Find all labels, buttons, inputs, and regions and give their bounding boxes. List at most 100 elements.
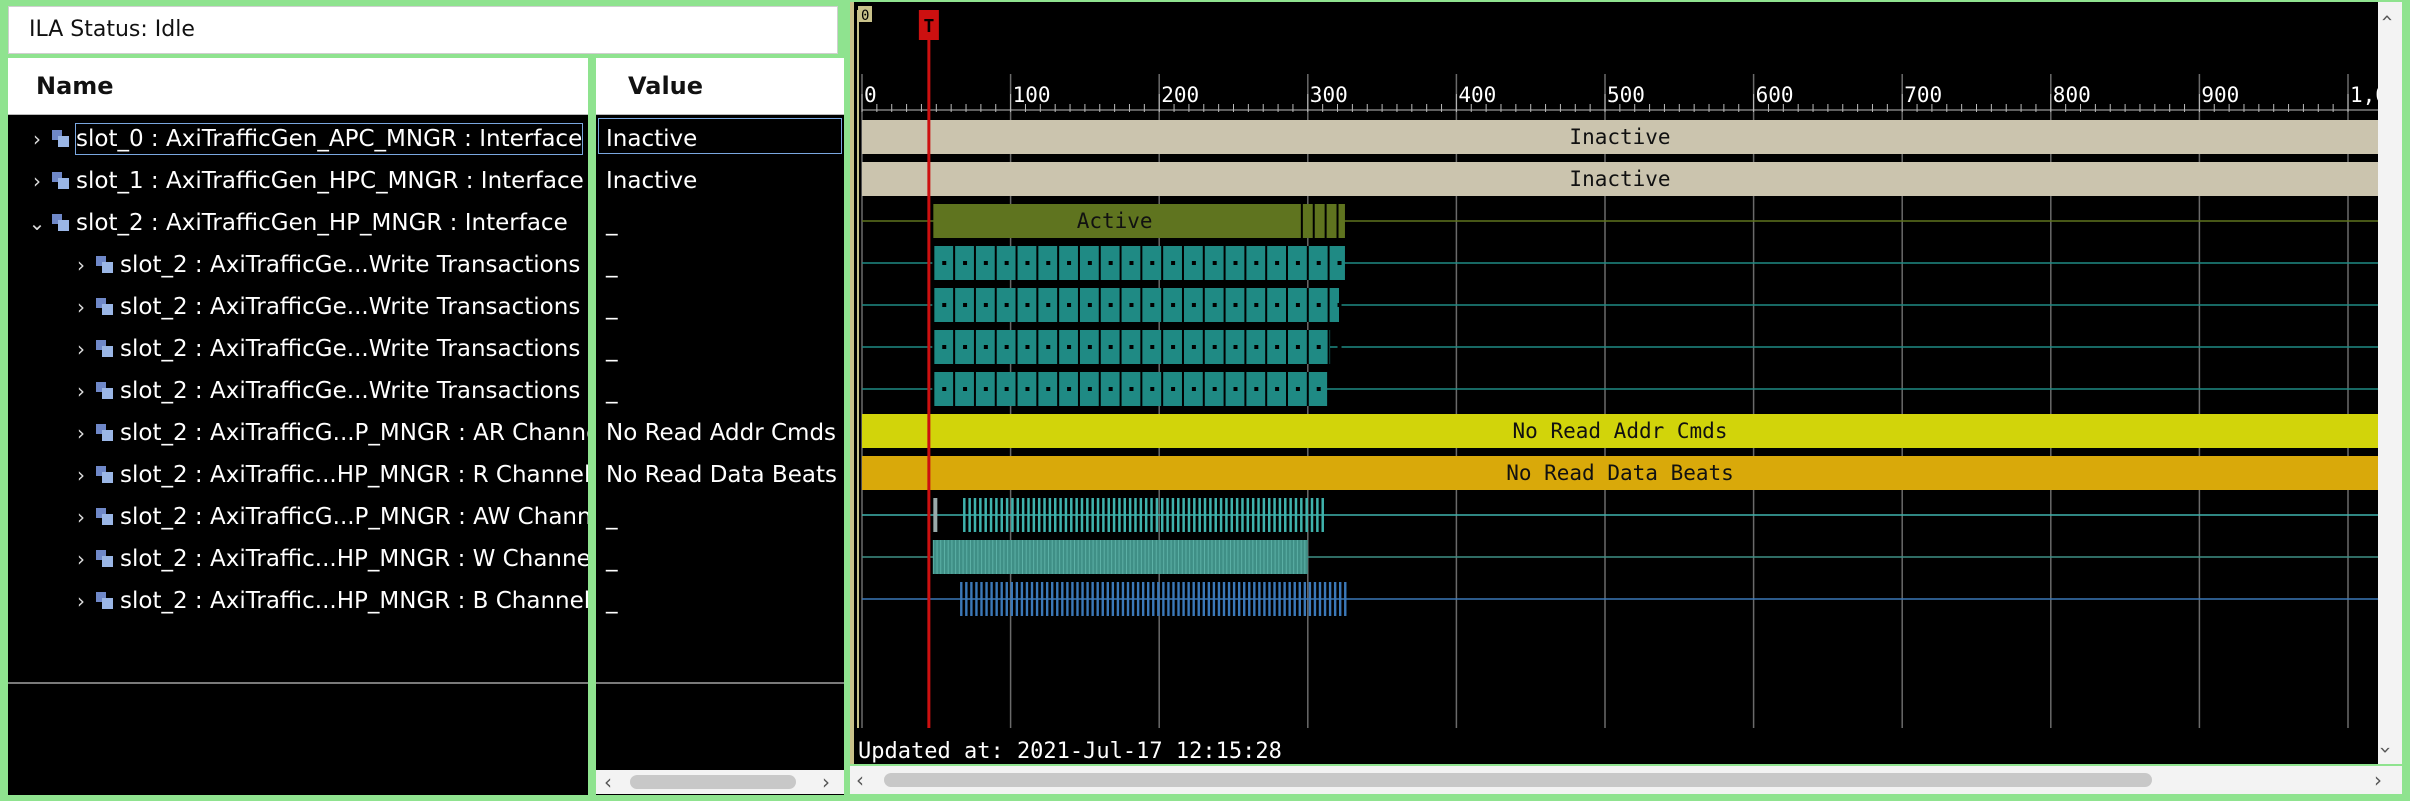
b-pulse <box>1015 582 1019 616</box>
aw-pulse <box>1273 498 1276 532</box>
waveform-canvas[interactable]: 0 100 200 300 400 500 600 700 800 900 1,0 Inactive I… <box>854 2 2378 764</box>
transaction-dot <box>1233 303 1238 307</box>
expand-chevron-icon[interactable]: › <box>26 166 48 196</box>
transaction-dot <box>1004 345 1009 349</box>
aw-pulse <box>1080 498 1084 532</box>
b-pulse <box>1000 582 1003 616</box>
signal-row[interactable]: › slot_2 : AxiTrafficG...P_MNGR : AW Chan… <box>8 496 588 538</box>
wave-scroll-left-icon[interactable]: ‹ <box>856 768 864 792</box>
wave-scroll-right-icon[interactable]: › <box>2374 768 2382 792</box>
b-pulse <box>995 582 998 616</box>
aw-pulse <box>1123 498 1127 532</box>
signal-row[interactable]: › slot_1 : AxiTrafficGen_HPC_MNGR : Inter… <box>8 160 588 202</box>
bus-interface-icon <box>96 298 114 316</box>
trigger-marker-label: T <box>923 16 934 37</box>
signal-name-label: slot_2 : AxiTrafficGe...Write Transactio… <box>120 252 581 278</box>
b-pulse <box>1212 582 1216 616</box>
signal-name-pane[interactable]: Name › slot_0 : AxiTrafficGen_APC_MNGR : … <box>8 58 588 795</box>
value-scroll-thumb[interactable] <box>630 775 796 789</box>
b-pulse <box>1106 582 1109 616</box>
waveform-horizontal-scrollbar[interactable]: ‹ › <box>850 766 2402 794</box>
transaction-dot <box>1108 303 1113 307</box>
aw-pulse <box>1021 498 1025 532</box>
b-pulse <box>990 582 993 616</box>
value-column-header[interactable]: Value <box>596 58 844 115</box>
signal-row[interactable]: › slot_2 : AxiTraffic...HP_MNGR : R Chann… <box>8 454 588 496</box>
transaction-dot <box>942 261 947 265</box>
bus-interface-icon <box>52 214 70 232</box>
waveform-scroll-thumb[interactable] <box>884 773 2152 787</box>
b-pulse <box>1162 582 1165 616</box>
b-pulse <box>1278 582 1281 616</box>
b-pulse <box>1227 582 1231 616</box>
signal-row[interactable]: › slot_2 : AxiTraffic...HP_MNGR : B Chann… <box>8 580 588 622</box>
aw-pulse <box>1316 498 1319 532</box>
signal-row[interactable]: › slot_2 : AxiTraffic...HP_MNGR : W Chann… <box>8 538 588 580</box>
expand-chevron-icon[interactable]: › <box>70 376 92 406</box>
aw-pulse <box>1037 498 1041 532</box>
b-pulse <box>980 582 983 616</box>
transaction-dot <box>1316 387 1321 391</box>
transaction-dot <box>1337 261 1342 265</box>
time-ruler-label: 100 <box>1013 83 1051 107</box>
signal-row[interactable]: ⌄ slot_2 : AxiTrafficGen_HP_MNGR : Interf… <box>8 202 588 244</box>
b-pulse <box>1172 582 1175 616</box>
waveform-vertical-scrollbar[interactable]: › › <box>2374 2 2402 764</box>
bus-interface-icon <box>96 466 114 484</box>
aw-pulse <box>1177 498 1180 532</box>
collapse-chevron-icon[interactable]: ⌄ <box>26 208 48 238</box>
b-pulse <box>1344 582 1347 616</box>
signal-row[interactable]: › slot_2 : AxiTrafficGe...Write Transacti… <box>8 328 588 370</box>
transaction-dot <box>1254 303 1259 307</box>
aw-pulse <box>1059 498 1062 532</box>
expand-chevron-icon[interactable]: › <box>70 292 92 322</box>
transaction-dot <box>942 387 947 391</box>
signal-name-label: slot_2 : AxiTrafficG...P_MNGR : AW Chann… <box>120 504 588 530</box>
expand-chevron-icon[interactable]: › <box>26 124 48 154</box>
signal-value-pane[interactable]: Value Inactive Inactive _ _ _ _ _ No Read Addr … <box>596 58 844 795</box>
signal-name-label: slot_1 : AxiTrafficGen_HPC_MNGR : Interf… <box>76 168 584 194</box>
transaction-dot <box>1191 345 1196 349</box>
transaction-dot <box>1046 345 1051 349</box>
b-pulse <box>985 582 988 616</box>
scroll-down-icon[interactable]: › <box>2374 746 2398 754</box>
signal-row[interactable]: › slot_0 : AxiTrafficGen_APC_MNGR : Inter… <box>8 118 588 160</box>
expand-chevron-icon[interactable]: › <box>70 544 92 574</box>
transaction-dot <box>1067 303 1072 307</box>
name-column-header[interactable]: Name <box>8 58 588 115</box>
signal-value: _ <box>606 336 618 362</box>
signal-row[interactable]: › slot_2 : AxiTrafficGe...Write Transacti… <box>8 370 588 412</box>
expand-chevron-icon[interactable]: › <box>70 250 92 280</box>
aw-pulse <box>1086 498 1089 532</box>
b-pulse <box>1086 582 1089 616</box>
transaction-dot <box>1067 261 1072 265</box>
waveform-pane[interactable]: 0 100 200 300 400 500 600 700 800 900 1,0 Inactive I… <box>850 2 2378 764</box>
expand-chevron-icon[interactable]: › <box>70 460 92 490</box>
time-ruler-label: 0 <box>864 83 877 107</box>
aw-pulse <box>1198 498 1201 532</box>
expand-chevron-icon[interactable]: › <box>70 586 92 616</box>
aw-pulse <box>1091 498 1094 532</box>
aw-pulse <box>1016 498 1020 532</box>
aw-pulse <box>1262 498 1266 532</box>
expand-chevron-icon[interactable]: › <box>70 418 92 448</box>
value-horizontal-scrollbar[interactable]: ‹ › <box>596 770 844 794</box>
aw-pulse <box>1070 498 1073 532</box>
scroll-right-icon[interactable]: › <box>822 770 830 794</box>
b-pulse <box>1303 582 1307 616</box>
signal-name-label: slot_2 : AxiTrafficG...P_MNGR : AR Chann… <box>120 420 588 446</box>
b-pulse <box>1111 582 1115 616</box>
expand-chevron-icon[interactable]: › <box>70 502 92 532</box>
aw-pulse <box>1203 498 1207 532</box>
signal-row[interactable]: › slot_2 : AxiTrafficG...P_MNGR : AR Chan… <box>8 412 588 454</box>
value-column-label: Value <box>628 72 704 100</box>
expand-chevron-icon[interactable]: › <box>70 334 92 364</box>
scroll-left-icon[interactable]: ‹ <box>604 770 612 794</box>
signal-row[interactable]: › slot_2 : AxiTrafficGe...Write Transacti… <box>8 286 588 328</box>
transaction-dot <box>983 303 988 307</box>
bus-interface-icon <box>96 340 114 358</box>
signal-row[interactable]: › slot_2 : AxiTrafficGe...Write Transacti… <box>8 244 588 286</box>
aw-pulse <box>1032 498 1036 532</box>
scroll-up-icon[interactable]: › <box>2374 14 2398 22</box>
b-pulse <box>1273 582 1276 616</box>
